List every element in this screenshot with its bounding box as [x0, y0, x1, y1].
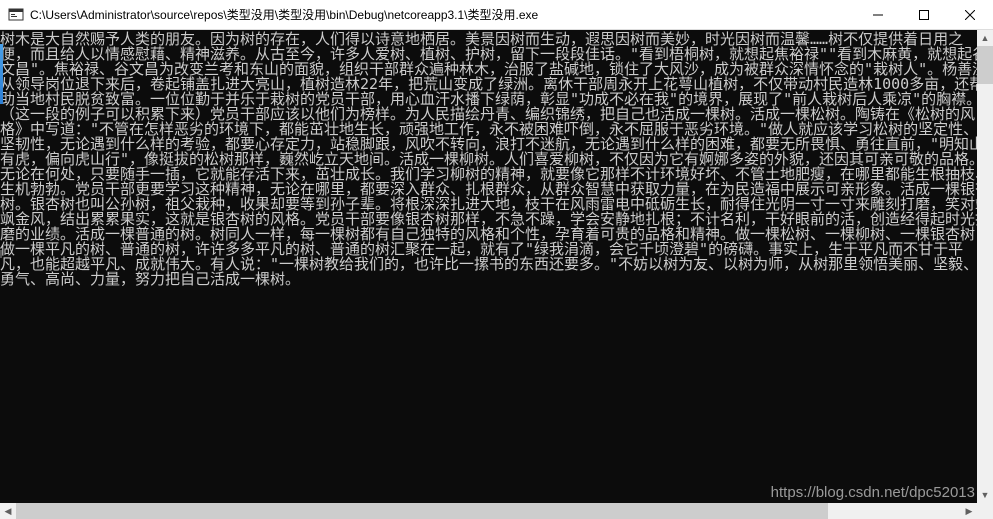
left-edge-mark	[0, 250, 2, 258]
left-edge-overlay	[0, 44, 3, 104]
close-button[interactable]	[947, 0, 993, 29]
maximize-button[interactable]	[901, 0, 947, 29]
vertical-scroll-track[interactable]	[977, 46, 993, 487]
minimize-button[interactable]	[855, 0, 901, 29]
vertical-scroll-thumb[interactable]	[977, 46, 993, 84]
horizontal-scroll-track[interactable]	[16, 503, 961, 519]
window-title: C:\Users\Administrator\source\repos\类型没用…	[30, 6, 855, 23]
horizontal-scrollbar[interactable]: ◀ ▶	[0, 503, 977, 519]
console-text: 树木是大自然赐予人类的朋友。因为树的存在，人们得以诗意地栖居。美景因树而生动，遐…	[0, 32, 993, 287]
scroll-right-arrow-icon[interactable]: ▶	[961, 503, 977, 519]
title-bar[interactable]: C:\Users\Administrator\source\repos\类型没用…	[0, 0, 993, 30]
scroll-left-arrow-icon[interactable]: ◀	[0, 503, 16, 519]
scroll-up-arrow-icon[interactable]: ▲	[977, 30, 993, 46]
console-output[interactable]: 树木是大自然赐予人类的朋友。因为树的存在，人们得以诗意地栖居。美景因树而生动，遐…	[0, 30, 993, 519]
app-icon	[8, 7, 24, 23]
scrollbar-corner	[977, 503, 993, 519]
watermark: https://blog.csdn.net/dpc52013	[771, 484, 975, 501]
horizontal-scroll-thumb[interactable]	[16, 503, 828, 519]
vertical-scrollbar[interactable]: ▲ ▼	[977, 30, 993, 503]
scroll-down-arrow-icon[interactable]: ▼	[977, 487, 993, 503]
window-controls	[855, 0, 993, 29]
